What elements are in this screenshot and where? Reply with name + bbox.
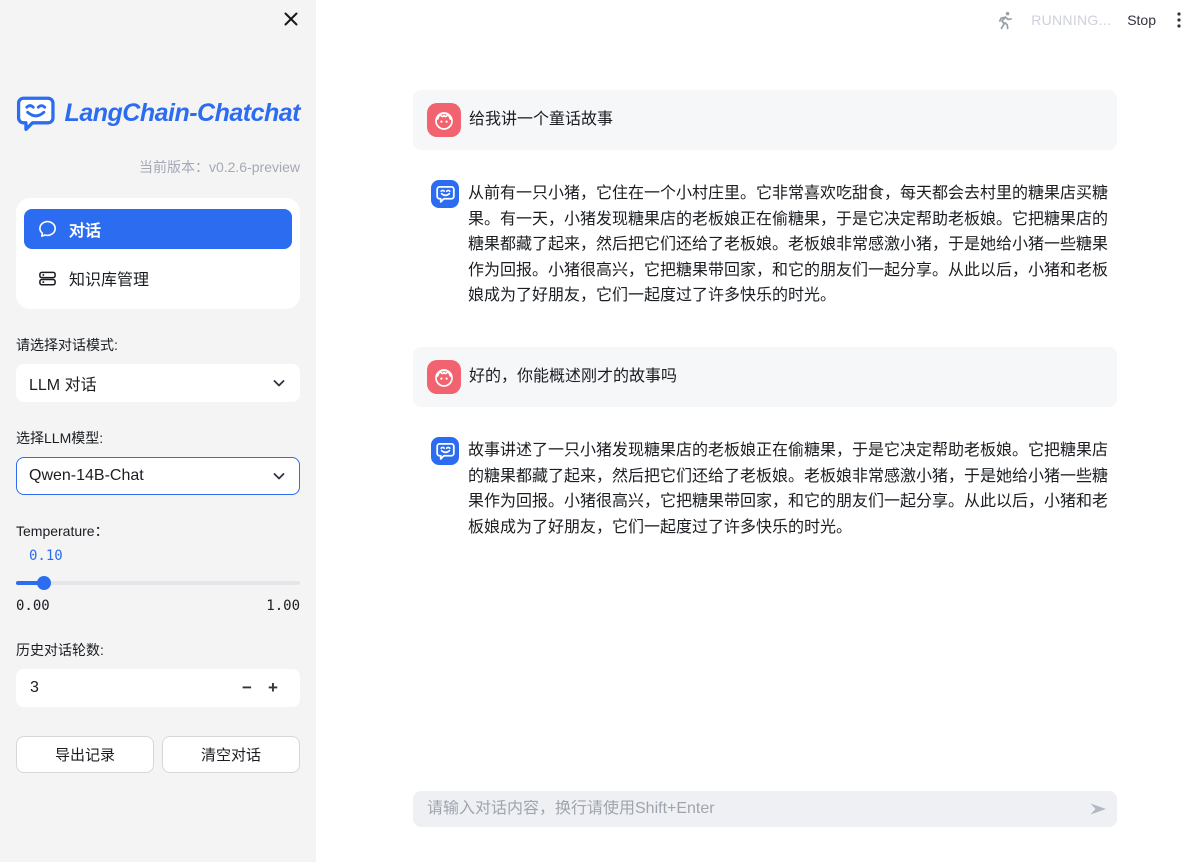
chat-message-assistant: 故事讲述了一只小猪发现糖果店的老板娘正在偷糖果，于是它决定帮助老板娘。它把糖果店… — [413, 437, 1117, 540]
menu-item-knowledge-base-label: 知识库管理 — [69, 266, 149, 290]
decrement-button[interactable]: − — [234, 678, 260, 698]
send-icon — [1089, 800, 1108, 818]
slider-track — [16, 581, 300, 585]
user-avatar-icon — [427, 360, 461, 394]
sidebar: LangChain-Chatchat 当前版本：v0.2.6-preview 对… — [0, 0, 316, 862]
chat-history: 给我讲一个童话故事 从前有一只小猪，它住在一个小村庄里。它非常喜欢吃甜食，每天都… — [413, 90, 1117, 540]
chat-bubble-icon — [38, 220, 57, 239]
message-text: 故事讲述了一只小猪发现糖果店的老板娘正在偷糖果，于是它决定帮助老板娘。它把糖果店… — [468, 438, 1117, 540]
temperature-label: Temperature： — [16, 521, 300, 541]
history-rounds-stepper: 3 − + — [16, 669, 300, 707]
running-man-icon — [994, 10, 1015, 31]
chat-input[interactable] — [413, 800, 1079, 818]
message-text: 从前有一只小猪，它住在一个小村庄里。它非常喜欢吃甜食，每天都会去村里的糖果店买糖… — [468, 181, 1117, 309]
sidebar-close-button[interactable] — [280, 8, 302, 30]
menu-item-knowledge-base[interactable]: 知识库管理 — [24, 258, 292, 298]
llm-model-select[interactable]: Qwen-14B-Chat — [16, 457, 300, 495]
version-label: 当前版本： — [139, 159, 209, 175]
menu-item-dialogue[interactable]: 对话 — [24, 209, 292, 249]
close-icon — [283, 11, 299, 27]
assistant-avatar-icon — [431, 437, 459, 465]
history-rounds-label: 历史对话轮数: — [16, 640, 300, 660]
version-value: v0.2.6-preview — [209, 159, 300, 175]
llm-model-label: 选择LLM模型: — [16, 428, 300, 448]
logo-chat-smiley-icon — [16, 95, 56, 131]
temperature-range: 0.00 1.00 — [16, 598, 300, 614]
chevron-down-icon — [271, 468, 287, 484]
version-info: 当前版本：v0.2.6-preview — [16, 157, 300, 177]
dialogue-mode-select[interactable]: LLM 对话 — [16, 364, 300, 402]
chevron-down-icon — [271, 375, 287, 391]
stop-button[interactable]: Stop — [1127, 12, 1156, 28]
message-text: 好的，你能概述刚才的故事吗 — [469, 364, 677, 390]
dialogue-mode-label: 请选择对话模式: — [16, 335, 300, 355]
status-running-text: RUNNING... — [1031, 12, 1111, 28]
assistant-avatar-icon — [431, 180, 459, 208]
temperature-value: 0.10 — [29, 548, 300, 564]
user-avatar-icon — [427, 103, 461, 137]
message-text: 给我讲一个童话故事 — [469, 107, 613, 133]
knowledge-base-icon — [38, 269, 57, 288]
llm-model-value: Qwen-14B-Chat — [29, 467, 144, 485]
main-area: RUNNING... Stop 给我讲一个童话故事 — [316, 0, 1199, 862]
temperature-min: 0.00 — [16, 598, 50, 614]
kebab-menu-button[interactable] — [1172, 10, 1186, 30]
send-button[interactable] — [1079, 791, 1117, 827]
app-status-bar: RUNNING... Stop — [994, 0, 1199, 40]
slider-thumb[interactable] — [37, 576, 51, 590]
temperature-max: 1.00 — [266, 598, 300, 614]
chat-message-user: 给我讲一个童话故事 — [413, 90, 1117, 150]
chat-message-user: 好的，你能概述刚才的故事吗 — [413, 347, 1117, 407]
clear-dialogue-button[interactable]: 清空对话 — [162, 736, 300, 773]
kebab-icon — [1172, 10, 1186, 30]
temperature-slider[interactable] — [16, 576, 300, 590]
menu-item-dialogue-label: 对话 — [69, 217, 101, 241]
dialogue-mode-value: LLM 对话 — [29, 371, 97, 395]
sidebar-actions: 导出记录 清空对话 — [16, 736, 300, 773]
history-rounds-input[interactable]: 3 — [30, 679, 234, 697]
app-title: LangChain-Chatchat — [65, 99, 300, 128]
app-logo: LangChain-Chatchat — [16, 95, 300, 131]
chat-input-bar — [413, 791, 1117, 827]
export-records-button[interactable]: 导出记录 — [16, 736, 154, 773]
chat-message-assistant: 从前有一只小猪，它住在一个小村庄里。它非常喜欢吃甜食，每天都会去村里的糖果店买糖… — [413, 180, 1117, 309]
sidebar-menu: 对话 知识库管理 — [16, 198, 300, 309]
increment-button[interactable]: + — [260, 678, 286, 698]
